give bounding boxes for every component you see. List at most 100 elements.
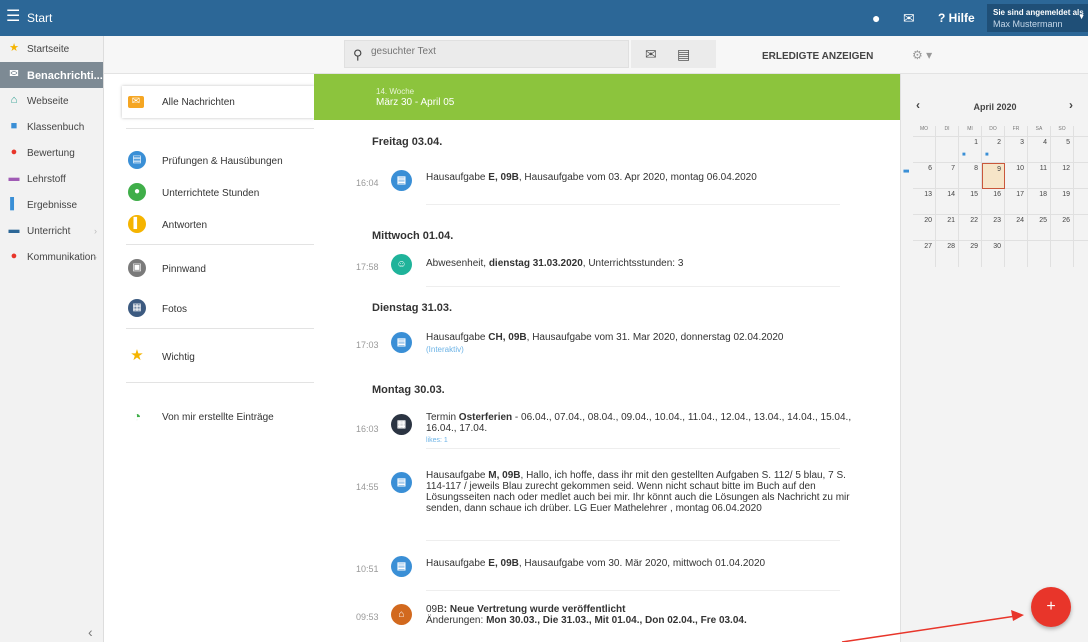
show-completed-button[interactable]: ERLEDIGTE ANZEIGEN [762,51,873,62]
day-number: 23 [993,217,1001,224]
event-marker-icon: ■■ [903,169,909,175]
sidebar: ★ Startseite ✉ Benachrichti... ⌂ Webseite ■ Kla… [0,36,104,642]
calendar-day[interactable]: 20 [913,215,936,241]
calendar-week: 20 21 22 23 24 25 26 [913,214,1088,241]
calendar-day[interactable]: 18 [1028,189,1051,215]
week-range: März 30 - April 05 [376,97,455,108]
sidebar-item-5[interactable]: ▬ Lehrstoff [0,166,103,192]
gear-icon[interactable]: ⚙ ▾ [912,48,932,62]
timer-icon: ◔ [132,408,142,424]
calendar-day[interactable]: 8 [959,163,982,189]
calendar-day[interactable]: 3 [1005,137,1028,163]
message-segment: , Hausaufgabe vom 31. Mar 2020, donnerst… [526,332,784,343]
sidebar-item-4[interactable]: ● Bewertung [0,140,103,166]
login-menu[interactable]: Sie sind angemeldet als Max Mustermann ▼ [987,4,1088,32]
add-button[interactable]: + [1031,587,1071,627]
chat-icon[interactable]: ● [872,10,880,26]
calendar-day[interactable]: 22 [959,215,982,241]
filter-divider [126,244,314,245]
calendar-day[interactable]: 11 [1028,163,1051,189]
calendar-day[interactable]: 4 [1028,137,1051,163]
weekday-label: MO [913,126,936,136]
filter-item-0[interactable]: ✉ Alle Nachrichten [122,86,314,118]
filter-item-7[interactable]: ◔ Von mir erstellte Einträge [122,404,312,430]
calendar-day[interactable]: 16 [982,189,1005,215]
calendar-day[interactable]: 28 [936,241,959,267]
filter-item-5[interactable]: ▦ Fotos [122,296,312,322]
calendar-empty [1028,241,1051,267]
mail-icon[interactable]: ✉ [903,10,915,26]
clipboard-filter-icon[interactable]: ▤ [677,46,690,63]
message-segment: Hausaufgabe [426,332,489,343]
search-input[interactable] [371,46,621,57]
rating-icon: ● [10,146,18,158]
day-number: 21 [947,217,955,224]
calendar-day[interactable]: 25 [1028,215,1051,241]
mail-filter-icon[interactable]: ✉ [645,46,657,63]
calendar-week: 27 28 29 30 [913,240,1088,267]
calendar-day[interactable]: 21 [936,215,959,241]
message-segment: Mon 30.03., Die 31.03., Mit 01.04., Don … [486,615,747,626]
calendar-day[interactable]: 17 [1005,189,1028,215]
help-button[interactable]: ? Hilfe [938,11,975,25]
sidebar-item-7[interactable]: ▬ Unterricht › [0,218,103,244]
clipboard-icon: ▤ [128,151,146,169]
search-icon[interactable]: ⚲ [353,47,363,63]
collapse-sidebar-icon[interactable]: ‹ [88,624,93,640]
message-text: Abwesenheit, dienstag 31.03.2020, Unterr… [426,258,866,269]
message-line: Hausaufgabe E, 09B, Hausaufgabe vom 30. … [426,558,866,569]
message-text: Hausaufgabe E, 09B, Hausaufgabe vom 03. … [426,172,866,183]
message-segment: E, 09B [488,172,519,183]
day-number: 4 [1043,139,1047,146]
chevron-right-icon[interactable]: › [1069,98,1073,112]
calendar-day[interactable]: 26 [1051,215,1074,241]
likes-count[interactable]: likes: 1 [426,435,866,446]
calendar-day[interactable]: 7 [936,163,959,189]
day-number: 13 [924,191,932,198]
filter-item-1[interactable]: ▤ Prüfungen & Hausübungen [122,148,312,174]
calendar-day[interactable]: 24 [1005,215,1028,241]
calendar-day[interactable]: 30 [982,241,1005,267]
calendar-day[interactable]: 23 [982,215,1005,241]
calendar-day[interactable]: 15 [959,189,982,215]
sidebar-item-2[interactable]: ⌂ Webseite [0,88,103,114]
app-title[interactable]: Start [27,11,52,25]
calendar-day[interactable]: 14 [936,189,959,215]
filter-item-2[interactable]: ● Unterrichtete Stunden [122,180,312,206]
filter-item-3[interactable]: ▌ Antworten [122,212,312,238]
calendar-day[interactable]: 2 ■ [982,137,1005,163]
week-header: 14. Woche März 30 - April 05 [314,74,900,120]
day-number: 17 [1016,191,1024,198]
calendar-day[interactable]: 1 ■ [959,137,982,163]
chart-icon: ▌ [128,215,146,233]
sidebar-item-8[interactable]: ● Kommunikation › [0,244,103,270]
homework-icon: ▤ [391,556,412,577]
calendar-day[interactable]: 6 ■■ [903,163,936,189]
pin-icon: ▣ [128,259,146,277]
calendar-day[interactable]: 13 [913,189,936,215]
calendar-day[interactable]: 19 [1051,189,1074,215]
filter-label: Prüfungen & Hausübungen [162,156,283,167]
filter-item-6[interactable]: ★ Wichtig [122,344,312,370]
calendar-day[interactable]: 29 [959,241,982,267]
home-icon: ⌂ [10,94,18,106]
calendar-day[interactable]: 5 [1051,137,1074,163]
sidebar-item-6[interactable]: ▌ Ergebnisse [0,192,103,218]
day-heading: Freitag 03.04. [372,136,443,148]
calendar-day[interactable]: 9 [982,163,1005,189]
sidebar-item-0[interactable]: ★ Startseite [0,36,103,62]
message-segment: 09B [426,604,444,615]
calendar-day[interactable]: 10 [1005,163,1028,189]
calendar-month: April 2020 [973,102,1017,112]
filter-divider [126,128,314,129]
message-segment: , Unterrichtsstunden: 3 [582,258,684,269]
calendar-day[interactable]: 27 [913,241,936,267]
day-heading: Dienstag 31.03. [372,302,453,314]
filter-item-4[interactable]: ▣ Pinnwand [122,256,312,282]
calendar-day[interactable]: 12 [1051,163,1074,189]
hamburger-menu-icon[interactable]: ☰ [6,8,20,26]
sidebar-item-1[interactable]: ✉ Benachrichti... [0,62,103,88]
interactive-link[interactable]: (Interaktiv) [426,344,866,355]
day-number: 18 [1039,191,1047,198]
sidebar-item-3[interactable]: ■ Klassenbuch [0,114,103,140]
